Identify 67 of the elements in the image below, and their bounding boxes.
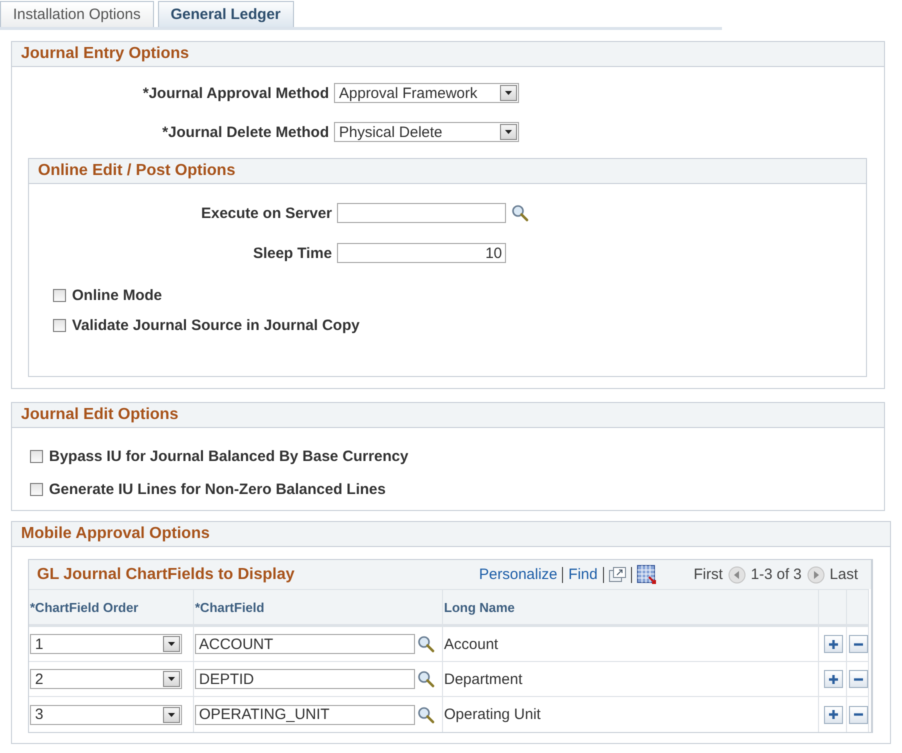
field-label: Execute on Server [200, 204, 332, 222]
checkbox-label: Bypass IU for Journal Balanced By Base Currency [49, 448, 408, 465]
field-label: *Journal Delete Method [161, 124, 329, 140]
delete-row-button[interactable] [848, 670, 868, 688]
checkbox[interactable] [30, 450, 43, 463]
text-field[interactable]: 10 [337, 243, 506, 263]
dropdown-button[interactable] [163, 636, 180, 652]
section-title: Journal Edit Options [21, 406, 178, 424]
caret-icon [505, 91, 512, 95]
add-row-button[interactable] [824, 706, 842, 724]
delete-row-button[interactable] [848, 706, 868, 724]
table-cell: Department [443, 662, 819, 697]
plus-icon [828, 674, 838, 684]
dropdown-field[interactable]: 1 [30, 634, 182, 654]
next-icon[interactable] [806, 566, 825, 584]
last-label: Last [830, 566, 858, 583]
search-icon[interactable] [511, 204, 529, 222]
add-row-button[interactable] [824, 635, 842, 653]
previous-icon[interactable] [728, 566, 746, 584]
checkbox[interactable] [30, 483, 43, 496]
dropdown-button[interactable] [163, 706, 180, 722]
spreadsheet-download-icon[interactable] [636, 565, 656, 584]
checkbox-label: Online Mode [72, 287, 162, 304]
section-title: Mobile Approval Options [21, 525, 210, 543]
column-header: Long Name [443, 589, 819, 627]
caret-icon [168, 677, 175, 681]
checkbox[interactable] [53, 319, 66, 332]
caret-icon [505, 130, 512, 134]
first-label: First [694, 566, 723, 583]
delete-row-button[interactable] [848, 635, 868, 653]
dropdown-button[interactable] [500, 124, 517, 140]
tab[interactable]: Installation Options [0, 1, 154, 27]
grid-title: GL Journal ChartFields to Display [37, 566, 296, 584]
grid-link[interactable]: Find [568, 566, 598, 583]
dropdown-field[interactable]: Physical Delete [334, 122, 519, 142]
text-field[interactable] [337, 203, 506, 223]
section-title: Journal Entry Options [21, 45, 190, 63]
field-label: *Journal Approval Method [142, 84, 329, 102]
row-count: 1-3 of 3 [750, 566, 802, 583]
dropdown-field[interactable]: 3 [30, 704, 182, 724]
checkbox[interactable] [53, 289, 66, 302]
dropdown-field[interactable]: Approval Framework [334, 83, 519, 103]
caret-icon [168, 712, 175, 716]
add-row-button[interactable] [824, 670, 842, 688]
caret-icon [168, 642, 175, 646]
plus-icon [828, 638, 838, 650]
text-field[interactable]: ACCOUNT [195, 634, 415, 654]
text-field[interactable]: DEPTID [195, 669, 415, 689]
search-icon[interactable] [417, 635, 435, 653]
new-window-icon[interactable] [608, 567, 626, 582]
checkbox-label: Validate Journal Source in Journal Copy [72, 317, 360, 334]
search-icon[interactable] [417, 670, 435, 688]
group-title: Online Edit / Post Options [38, 162, 236, 180]
dropdown-field[interactable]: 2 [30, 669, 182, 689]
tab[interactable]: General Ledger [158, 1, 294, 27]
dropdown-button[interactable] [500, 85, 517, 101]
column-header: *ChartField Order [29, 589, 194, 627]
plus-icon [828, 709, 838, 720]
field-label: Sleep Time [252, 244, 332, 262]
grid-link[interactable]: Personalize [479, 566, 558, 583]
table-cell: Account [443, 627, 819, 662]
checkbox-label: Generate IU Lines for Non-Zero Balanced Lines [49, 481, 386, 498]
table-cell: Operating Unit [443, 697, 819, 732]
text-field[interactable]: OPERATING_UNIT [195, 704, 415, 724]
column-header: *ChartField [194, 589, 443, 627]
dropdown-button[interactable] [163, 671, 180, 687]
search-icon[interactable] [417, 706, 435, 724]
